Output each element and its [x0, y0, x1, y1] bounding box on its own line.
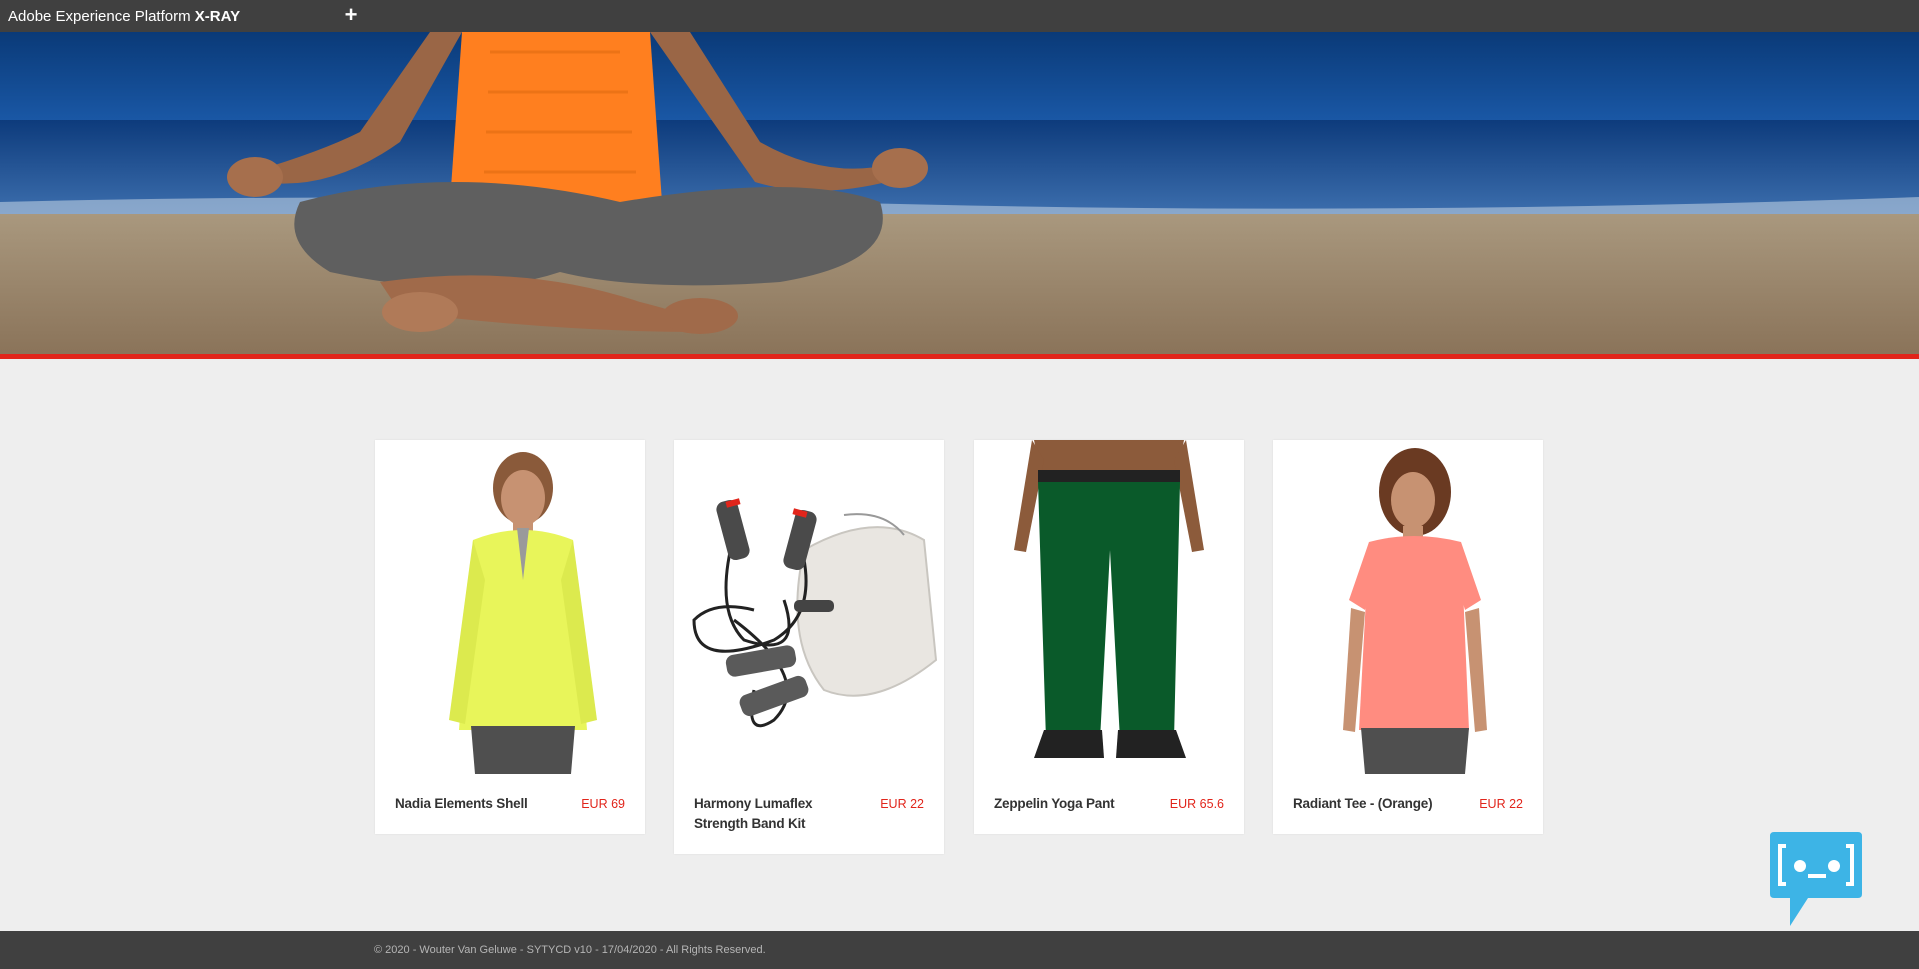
product-image[interactable]: [674, 440, 944, 774]
product-name[interactable]: Zeppelin Yoga Pant: [994, 794, 1164, 814]
product-card[interactable]: Nadia Elements Shell EUR 69: [375, 440, 645, 834]
chatbot-bubble-icon: [1770, 832, 1862, 926]
product-card[interactable]: Harmony Lumaflex Strength Band Kit EUR 2…: [674, 440, 944, 854]
product-price: EUR 65.6: [1169, 797, 1224, 811]
product-name[interactable]: Nadia Elements Shell: [395, 794, 565, 814]
product-image[interactable]: [375, 440, 645, 774]
footer-copyright: © 2020 - Wouter Van Geluwe - SYTYCD v10 …: [374, 944, 766, 956]
man-green-pants-image: [974, 440, 1244, 774]
app-title-prefix: Adobe Experience Platform: [8, 8, 191, 25]
plus-icon[interactable]: +: [340, 2, 362, 28]
product-name[interactable]: Harmony Lumaflex Strength Band Kit: [694, 794, 864, 834]
product-price: EUR 22: [880, 797, 924, 811]
product-image[interactable]: [1273, 440, 1543, 774]
hero-banner: [0, 32, 1919, 356]
product-card[interactable]: Zeppelin Yoga Pant EUR 65.6: [974, 440, 1244, 834]
jump-rope-band-kit-image: [674, 440, 944, 774]
top-bar: Adobe Experience Platform X-RAY +: [0, 0, 1919, 32]
footer: © 2020 - Wouter Van Geluwe - SYTYCD v10 …: [0, 931, 1919, 969]
product-price: EUR 69: [581, 797, 625, 811]
woman-coral-tee-image: [1273, 440, 1543, 774]
product-image[interactable]: [974, 440, 1244, 774]
product-price: EUR 22: [1479, 797, 1523, 811]
app-title: Adobe Experience Platform X-RAY: [8, 8, 240, 25]
chatbot-icon[interactable]: [1768, 830, 1864, 926]
yoga-beach-image: [0, 32, 1919, 356]
app-title-name: X-RAY: [194, 8, 241, 25]
hero-accent-line: [0, 354, 1919, 359]
product-name[interactable]: Radiant Tee - (Orange): [1293, 794, 1463, 814]
woman-yellow-quarter-zip-image: [375, 440, 645, 774]
product-card[interactable]: Radiant Tee - (Orange) EUR 22: [1273, 440, 1543, 834]
